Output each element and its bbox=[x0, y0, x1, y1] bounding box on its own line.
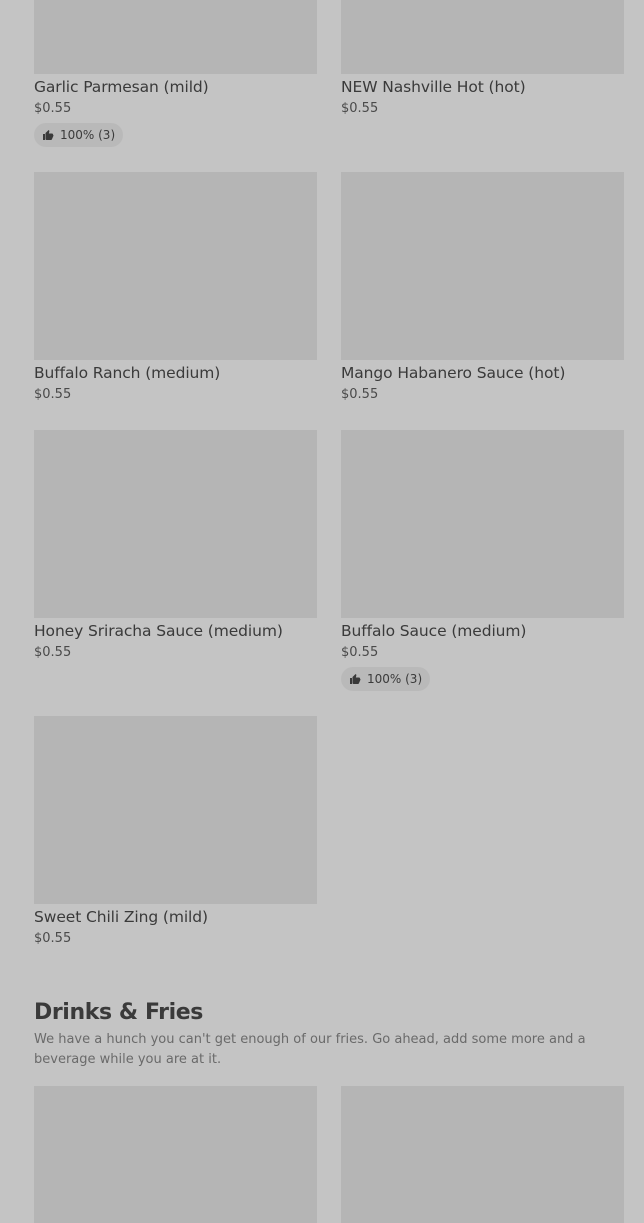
menu-item-sweet-chili-zing[interactable]: Sweet Chili Zing (mild) $0.55 bbox=[34, 716, 317, 948]
item-name: Sweet Chili Zing (mild) bbox=[34, 908, 208, 926]
thumbs-up-icon bbox=[350, 674, 361, 684]
rating-text: 100% (3) bbox=[60, 128, 116, 142]
item-price: $0.55 bbox=[34, 645, 72, 660]
rating-text: 100% (3) bbox=[367, 672, 423, 686]
item-image bbox=[34, 1086, 317, 1223]
item-price: $0.55 bbox=[34, 387, 72, 402]
section-description: We have a hunch you can't get enough of … bbox=[34, 1032, 586, 1067]
item-price: $0.55 bbox=[341, 645, 379, 660]
item-image bbox=[34, 430, 317, 618]
item-price: $0.55 bbox=[34, 101, 72, 116]
item-name: NEW Nashville Hot (hot) bbox=[341, 78, 526, 96]
rating-badge: 100% (3) bbox=[34, 123, 124, 147]
item-image bbox=[341, 0, 624, 74]
menu-page: Garlic Parmesan (mild) $0.55 100% (3) NE… bbox=[0, 0, 644, 1223]
menu-item-nashville-hot[interactable]: NEW Nashville Hot (hot) $0.55 bbox=[341, 0, 624, 118]
item-image bbox=[341, 1086, 624, 1223]
item-name: Buffalo Sauce (medium) bbox=[341, 622, 527, 640]
menu-item-drinks-fries-1[interactable] bbox=[34, 1086, 317, 1223]
item-name: Mango Habanero Sauce (hot) bbox=[341, 364, 566, 382]
item-image bbox=[341, 430, 624, 618]
item-image bbox=[34, 0, 317, 74]
item-image bbox=[34, 172, 317, 360]
item-name: Honey Sriracha Sauce (medium) bbox=[34, 622, 283, 640]
item-name: Buffalo Ranch (medium) bbox=[34, 364, 221, 382]
item-price: $0.55 bbox=[341, 101, 379, 116]
thumbs-up-icon bbox=[43, 130, 54, 140]
menu-item-buffalo-ranch[interactable]: Buffalo Ranch (medium) $0.55 bbox=[34, 172, 317, 404]
menu-item-mango-habanero[interactable]: Mango Habanero Sauce (hot) $0.55 bbox=[341, 172, 624, 404]
menu-item-honey-sriracha[interactable]: Honey Sriracha Sauce (medium) $0.55 bbox=[34, 430, 317, 662]
rating-badge: 100% (3) bbox=[341, 667, 431, 691]
item-price: $0.55 bbox=[34, 931, 72, 946]
menu-item-garlic-parmesan[interactable]: Garlic Parmesan (mild) $0.55 100% (3) bbox=[34, 0, 317, 147]
item-price: $0.55 bbox=[341, 387, 379, 402]
item-image bbox=[341, 172, 624, 360]
menu-item-buffalo-sauce[interactable]: Buffalo Sauce (medium) $0.55 100% (3) bbox=[341, 430, 624, 691]
item-image bbox=[34, 716, 317, 904]
section-title: Drinks & Fries bbox=[34, 1000, 203, 1025]
item-name: Garlic Parmesan (mild) bbox=[34, 78, 209, 96]
menu-item-drinks-fries-2[interactable] bbox=[341, 1086, 624, 1223]
